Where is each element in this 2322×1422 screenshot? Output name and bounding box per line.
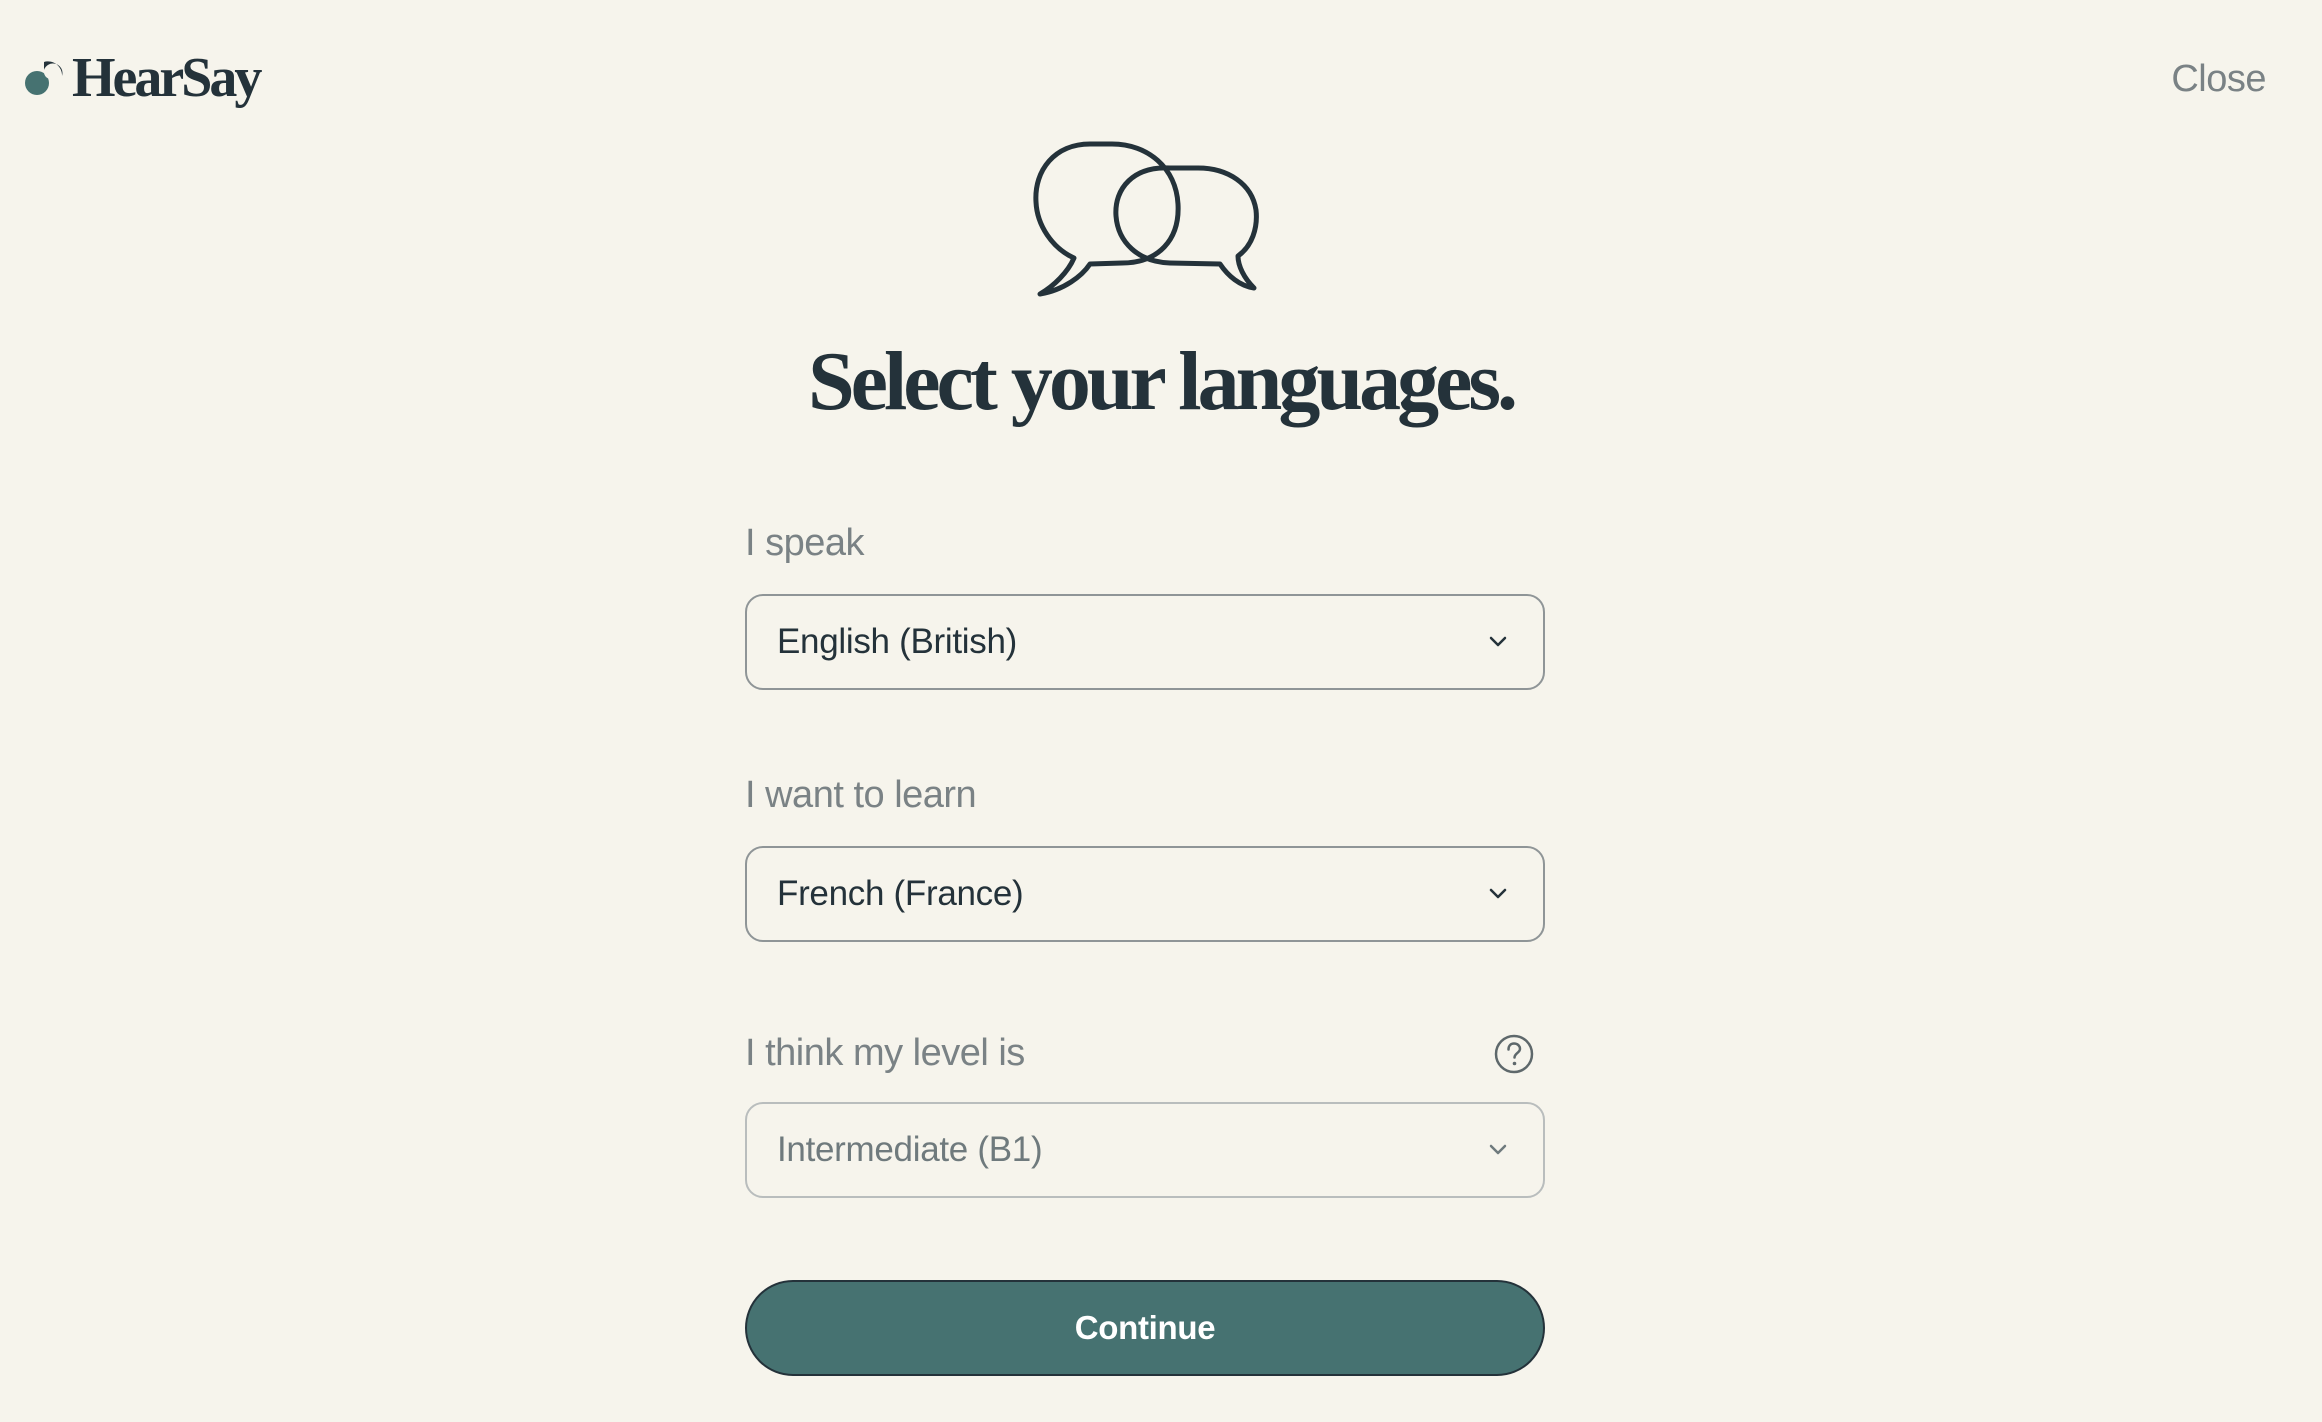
learn-select-value: French (France) — [777, 874, 1024, 913]
question-circle-icon[interactable] — [1493, 1033, 1535, 1075]
speak-select[interactable]: English (British) — [745, 594, 1545, 690]
speak-select-value: English (British) — [777, 622, 1017, 661]
learn-label: I want to learn — [745, 774, 977, 816]
learn-select[interactable]: French (France) — [745, 846, 1545, 942]
speak-label: I speak — [745, 522, 865, 564]
speech-bubbles-icon — [1033, 141, 1259, 297]
continue-button[interactable]: Continue — [745, 1280, 1545, 1376]
level-select-value: Intermediate (B1) — [777, 1130, 1043, 1169]
chevron-down-icon — [1489, 888, 1507, 899]
level-select[interactable]: Intermediate (B1) — [745, 1102, 1545, 1198]
close-button[interactable]: Close — [2171, 58, 2266, 101]
level-label: I think my level is — [745, 1032, 1025, 1074]
chevron-down-icon — [1489, 636, 1507, 647]
page-title: Select your languages. — [807, 335, 1518, 428]
brand-name: HearSay — [72, 47, 262, 109]
brand-logo[interactable]: HearSay — [22, 47, 262, 109]
hearsay-logo-mark-icon — [25, 61, 63, 95]
chevron-down-icon — [1489, 1144, 1507, 1155]
